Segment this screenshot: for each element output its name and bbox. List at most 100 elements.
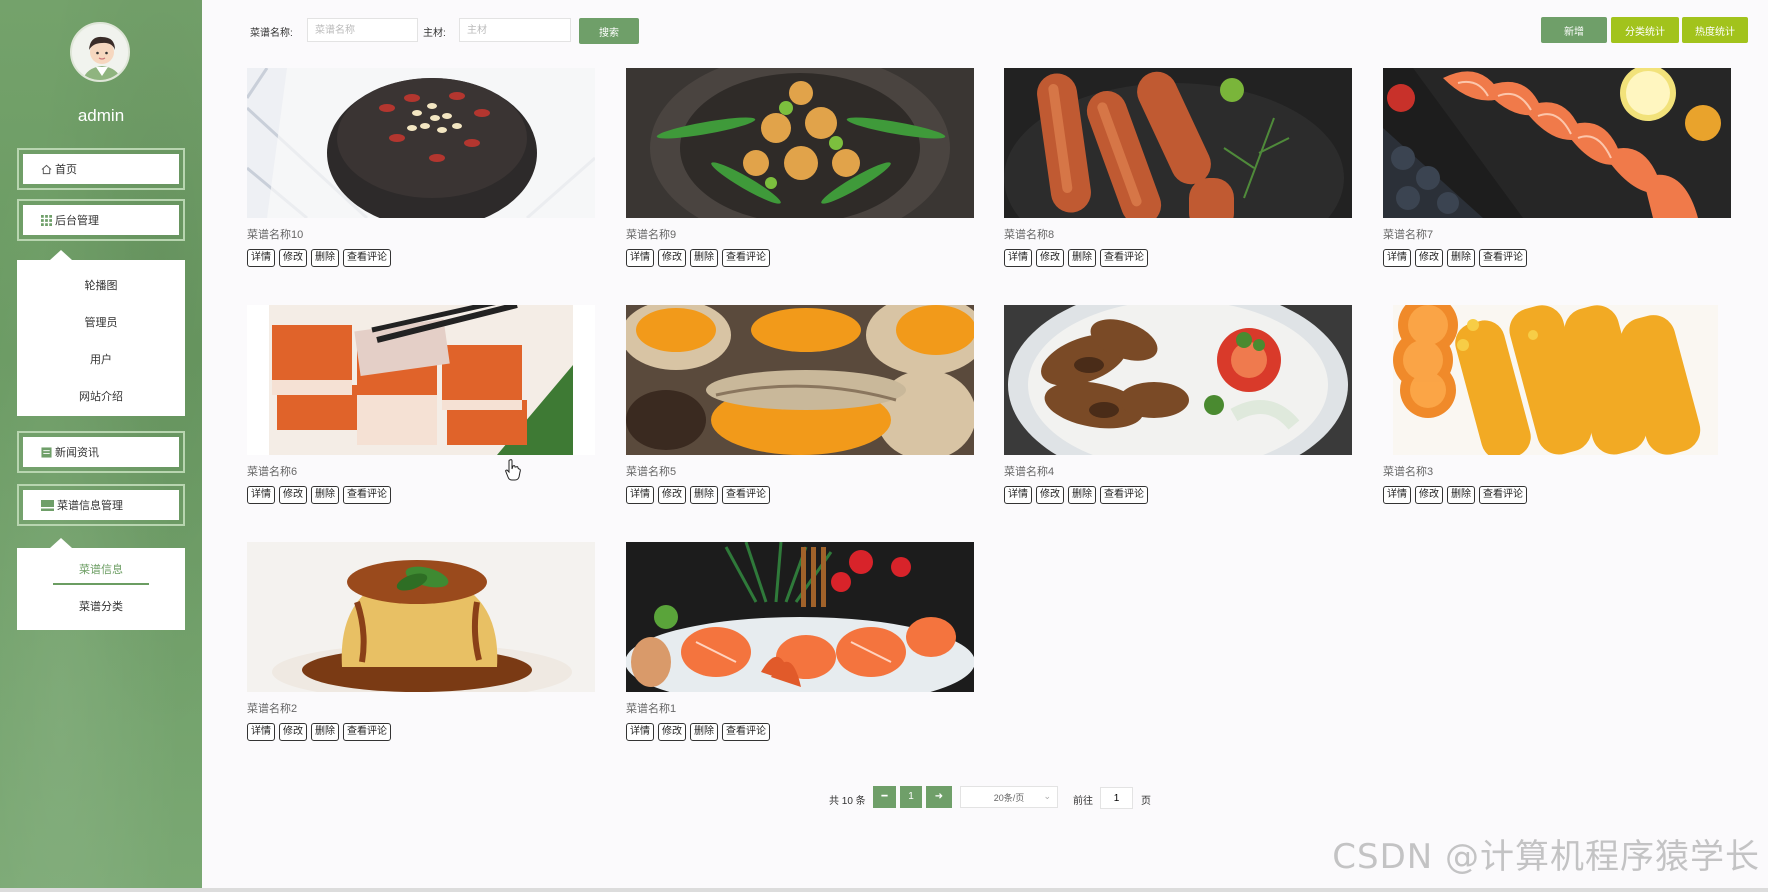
card-actions: 详情 修改 删除 查看评论 <box>247 249 391 267</box>
recipe-card[interactable]: 菜谱名称6 详情 修改 删除 查看评论 <box>247 305 595 527</box>
ingredient-input[interactable] <box>459 18 571 42</box>
delete-button[interactable]: 删除 <box>1447 249 1475 267</box>
chevron-down-icon: ⌄ <box>1043 791 1051 801</box>
recipe-card[interactable]: 菜谱名称7 详情 修改 删除 查看评论 <box>1383 68 1731 290</box>
goto-page-input[interactable] <box>1100 787 1133 809</box>
delete-button[interactable]: 删除 <box>311 723 339 741</box>
delete-button[interactable]: 删除 <box>311 486 339 504</box>
recipe-name: 菜谱名称4 <box>1004 466 1055 478</box>
recipe-name-input[interactable] <box>307 18 418 42</box>
home-icon <box>41 164 52 175</box>
edit-button[interactable]: 修改 <box>658 723 686 741</box>
recipe-image-fried-chicken-strips[interactable] <box>1383 305 1731 455</box>
page-size-value: 20条/页 <box>993 792 1025 803</box>
edit-button[interactable]: 修改 <box>1415 249 1443 267</box>
edit-button[interactable]: 修改 <box>279 486 307 504</box>
recipe-image-caramel-pudding[interactable] <box>247 542 595 692</box>
sidebar: admin 首页 后台管理 轮播图 管理员 用户 网站介绍 新闻资讯 菜谱信息管… <box>0 0 202 888</box>
sub-users[interactable]: 用户 <box>17 342 185 379</box>
recipe-image-octopus-okra[interactable] <box>626 68 974 218</box>
detail-button[interactable]: 详情 <box>247 486 275 504</box>
recipe-image-sausages[interactable] <box>1004 68 1352 218</box>
recipe-image-chicken-wings[interactable] <box>1004 305 1352 455</box>
add-button[interactable]: 新增 <box>1541 17 1607 43</box>
detail-button[interactable]: 详情 <box>626 723 654 741</box>
view-comments-button[interactable]: 查看评论 <box>343 723 391 741</box>
recipe-card[interactable]: 菜谱名称2 详情 修改 删除 查看评论 <box>247 542 595 764</box>
hand-cursor-icon <box>505 459 521 486</box>
recipe-image-crab-roe[interactable] <box>626 305 974 455</box>
sub-site-intro[interactable]: 网站介绍 <box>17 379 185 416</box>
recipe-card[interactable]: 菜谱名称5 详情 修改 删除 查看评论 <box>626 305 974 527</box>
view-comments-button[interactable]: 查看评论 <box>722 486 770 504</box>
edit-button[interactable]: 修改 <box>658 486 686 504</box>
edit-button[interactable]: 修改 <box>279 249 307 267</box>
recipe-name: 菜谱名称2 <box>247 703 298 715</box>
detail-button[interactable]: 详情 <box>1383 249 1411 267</box>
detail-button[interactable]: 详情 <box>626 486 654 504</box>
recipe-card[interactable]: 菜谱名称1 详情 修改 删除 查看评论 <box>626 542 974 764</box>
view-comments-button[interactable]: 查看评论 <box>1479 249 1527 267</box>
view-comments-button[interactable]: 查看评论 <box>343 249 391 267</box>
sub-carousel[interactable]: 轮播图 <box>17 268 185 305</box>
menu-news[interactable]: 新闻资讯 <box>17 431 185 473</box>
edit-button[interactable]: 修改 <box>1036 486 1064 504</box>
recipe-card[interactable]: 菜谱名称10 详情 修改 删除 查看评论 <box>247 68 595 290</box>
recipe-card[interactable]: 菜谱名称4 详情 修改 删除 查看评论 <box>1004 305 1352 527</box>
view-comments-button[interactable]: 查看评论 <box>343 486 391 504</box>
delete-button[interactable]: 删除 <box>311 249 339 267</box>
page-number-button[interactable]: 1 <box>900 786 922 808</box>
news-icon <box>41 446 52 458</box>
prev-page-button[interactable]: ━ <box>873 786 896 808</box>
delete-button[interactable]: 删除 <box>1068 249 1096 267</box>
recipe-name: 菜谱名称3 <box>1383 466 1434 478</box>
page-size-select[interactable]: 20条/页 ⌄ <box>960 786 1058 808</box>
ingredient-label: 主材: <box>423 28 446 39</box>
edit-button[interactable]: 修改 <box>279 723 307 741</box>
recipe-card[interactable]: 菜谱名称9 详情 修改 删除 查看评论 <box>626 68 974 290</box>
recipe-name: 菜谱名称8 <box>1004 229 1055 241</box>
recipe-card[interactable]: 菜谱名称8 详情 修改 删除 查看评论 <box>1004 68 1352 290</box>
recipe-image-black-rice-cake[interactable] <box>247 68 595 218</box>
view-comments-button[interactable]: 查看评论 <box>1100 486 1148 504</box>
detail-button[interactable]: 详情 <box>247 249 275 267</box>
delete-button[interactable]: 删除 <box>690 723 718 741</box>
detail-button[interactable]: 详情 <box>1004 486 1032 504</box>
edit-button[interactable]: 修改 <box>1415 486 1443 504</box>
detail-button[interactable]: 详情 <box>626 249 654 267</box>
delete-button[interactable]: 删除 <box>690 249 718 267</box>
view-comments-button[interactable]: 查看评论 <box>722 723 770 741</box>
menu-recipe-mgmt[interactable]: 菜谱信息管理 <box>17 484 185 526</box>
bottom-divider <box>0 888 1768 892</box>
sub-admins[interactable]: 管理员 <box>17 305 185 342</box>
grid-icon <box>41 214 52 226</box>
edit-button[interactable]: 修改 <box>658 249 686 267</box>
admin-name: admin <box>77 106 125 125</box>
delete-button[interactable]: 删除 <box>690 486 718 504</box>
delete-button[interactable]: 删除 <box>1068 486 1096 504</box>
delete-button[interactable]: 删除 <box>1447 486 1475 504</box>
detail-button[interactable]: 详情 <box>1004 249 1032 267</box>
recipe-image-salmon-sashimi[interactable] <box>1383 68 1731 218</box>
category-stats-button[interactable]: 分类统计 <box>1611 17 1679 43</box>
watermark: CSDN @计算机程序猿学长 <box>1332 837 1760 877</box>
menu-home[interactable]: 首页 <box>17 148 185 190</box>
card-actions: 详情 修改 删除 查看评论 <box>247 486 391 504</box>
popularity-stats-button[interactable]: 热度统计 <box>1682 17 1748 43</box>
view-comments-button[interactable]: 查看评论 <box>722 249 770 267</box>
menu-backend[interactable]: 后台管理 <box>17 199 185 241</box>
sub-recipe-category[interactable]: 菜谱分类 <box>17 589 185 626</box>
edit-button[interactable]: 修改 <box>1036 249 1064 267</box>
recipe-name: 菜谱名称6 <box>247 466 298 478</box>
recipe-image-roast-pork[interactable] <box>247 305 595 455</box>
search-button[interactable]: 搜索 <box>579 18 639 44</box>
recipe-card[interactable]: 菜谱名称3 详情 修改 删除 查看评论 <box>1383 305 1731 527</box>
recipe-image-sashimi-platter[interactable] <box>626 542 974 692</box>
detail-button[interactable]: 详情 <box>1383 486 1411 504</box>
next-page-button[interactable]: ➜ <box>926 786 952 808</box>
avatar[interactable] <box>70 22 130 82</box>
view-comments-button[interactable]: 查看评论 <box>1100 249 1148 267</box>
detail-button[interactable]: 详情 <box>247 723 275 741</box>
sub-recipe-info[interactable]: 菜谱信息 <box>17 552 185 589</box>
view-comments-button[interactable]: 查看评论 <box>1479 486 1527 504</box>
